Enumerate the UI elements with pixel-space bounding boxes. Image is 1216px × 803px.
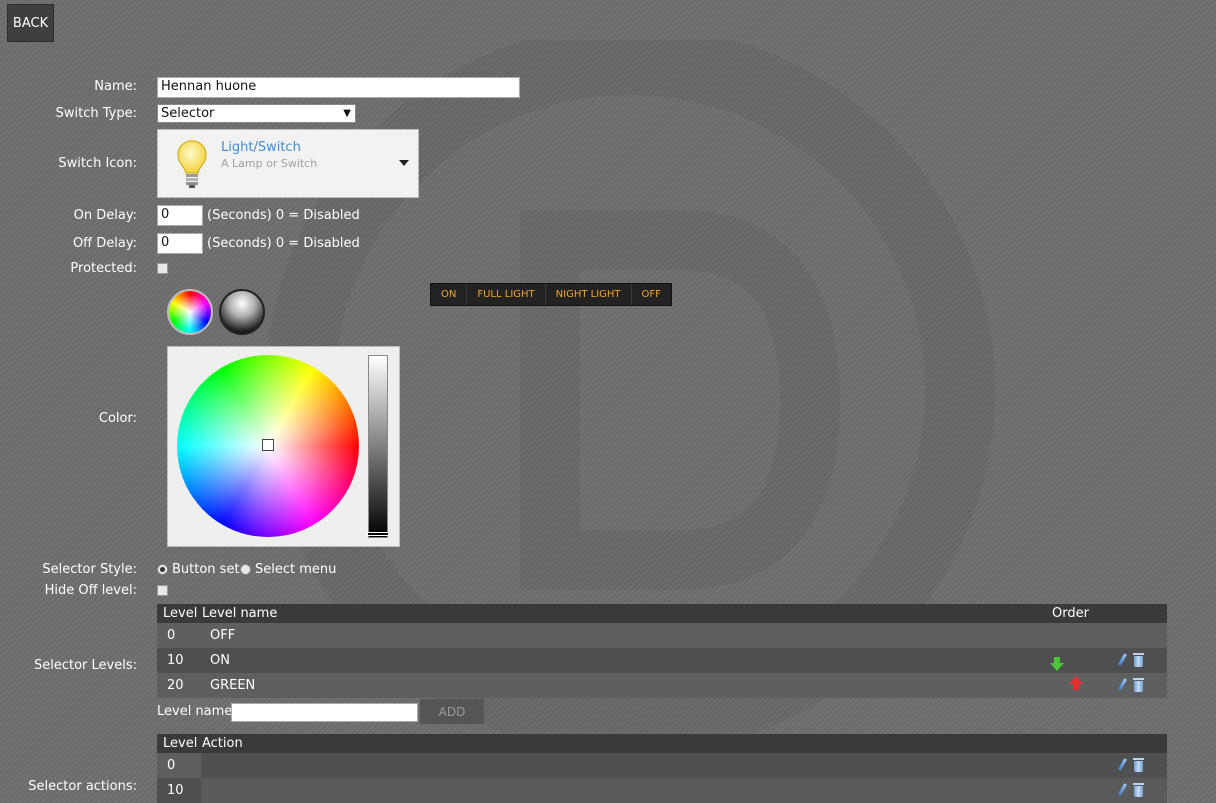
selector-actions-label: Selector actions: [28,779,137,794]
table-row: 10 ON [157,648,1167,673]
white-mode-button[interactable] [219,289,265,335]
hide-off-level-checkbox[interactable] [157,585,168,596]
switch-icon-description: A Lamp or Switch [221,157,318,170]
add-level-button[interactable]: ADD [420,699,484,724]
preview-button-off[interactable]: OFF [632,284,671,305]
selector-button-preview: ON FULL LIGHT NIGHT LIGHT OFF [430,283,672,306]
table-row: 0 [157,753,1167,778]
brightness-slider-handle[interactable] [367,532,389,536]
off-delay-label: Off Delay: [72,236,137,251]
selector-actions-table: Level Action 0 10 [157,734,1167,803]
style-buttonset-radio[interactable] [157,564,168,575]
off-delay-hint: (Seconds) 0 = Disabled [207,236,360,251]
table-row: 0 OFF [157,623,1167,648]
protected-label: Protected: [70,261,137,276]
level-value: 10 [167,653,184,668]
on-delay-hint: (Seconds) 0 = Disabled [207,208,360,223]
level-name: OFF [210,628,236,643]
arrow-up-icon[interactable] [1069,676,1083,690]
actions-header-level: Level [163,736,198,751]
protected-checkbox[interactable] [157,263,168,274]
actions-header-action: Action [202,736,243,751]
selector-levels-label: Selector Levels: [33,658,137,673]
dropdown-arrow-icon: ▼ [343,108,351,119]
pencil-icon[interactable] [1117,653,1128,666]
preview-button-on[interactable]: ON [431,284,468,305]
name-label: Name: [94,79,137,94]
pencil-icon[interactable] [1117,678,1128,691]
trash-icon[interactable] [1133,783,1144,797]
switch-type-value: Selector [161,106,215,121]
selector-levels-table: Level Level name Order 0 OFF 10 ON 20 GR… [157,604,1167,698]
levels-header-level: Level [163,606,198,621]
color-label: Color: [98,411,137,426]
trash-icon[interactable] [1133,758,1144,772]
levels-header-name: Level name [202,606,278,621]
color-wheel-handle[interactable] [262,439,274,451]
action-level-value: 10 [167,783,184,798]
style-buttonset-label: Button set [172,562,240,577]
style-selectmenu-label: Select menu [255,562,337,577]
level-name-input[interactable] [231,703,418,722]
switch-icon-title: Light/Switch [221,140,301,155]
switch-icon-label: Switch Icon: [58,156,137,171]
back-button[interactable]: BACK [7,4,54,42]
on-delay-label: On Delay: [73,208,137,223]
rgb-mode-button[interactable] [167,289,213,335]
hide-off-level-label: Hide Off level: [44,583,137,598]
off-delay-input[interactable]: 0 [157,233,203,254]
trash-icon[interactable] [1133,678,1144,692]
trash-icon[interactable] [1133,653,1144,667]
table-row: 10 [157,778,1167,803]
preview-button-night-light[interactable]: NIGHT LIGHT [546,284,632,305]
level-value: 0 [167,628,176,643]
brightness-slider[interactable] [367,355,389,538]
level-value: 20 [167,678,184,693]
action-level-value: 0 [167,758,176,773]
switch-icon-select[interactable]: Light/Switch A Lamp or Switch [157,129,419,198]
levels-table-header: Level Level name Order [157,604,1167,623]
switch-type-label: Switch Type: [55,106,137,121]
actions-table-header: Level Action [157,734,1167,753]
name-input[interactable]: Hennan huone [157,77,520,98]
selector-style-label: Selector Style: [42,562,137,577]
level-name-label: Level name: [157,704,237,719]
preview-button-full-light[interactable]: FULL LIGHT [467,284,546,305]
level-name: ON [210,653,230,668]
action-input[interactable] [201,753,1167,778]
on-delay-input[interactable]: 0 [157,205,203,226]
table-row: 20 GREEN [157,673,1167,698]
chevron-down-icon [399,160,409,166]
lightbulb-icon [177,140,207,188]
action-input[interactable] [201,778,1167,803]
switch-type-select[interactable]: Selector ▼ [157,104,356,123]
arrow-down-icon[interactable] [1050,657,1064,671]
levels-header-order: Order [1052,606,1089,621]
level-name: GREEN [210,678,256,693]
style-selectmenu-radio[interactable] [240,564,251,575]
color-wheel[interactable] [177,355,359,537]
color-picker [167,346,400,547]
